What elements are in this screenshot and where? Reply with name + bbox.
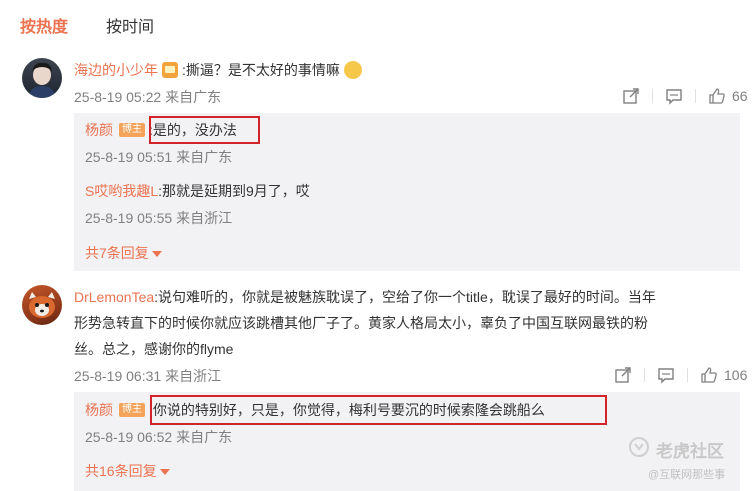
divider: [695, 89, 696, 103]
like-count: 106: [724, 367, 748, 383]
more-replies-link[interactable]: 共7条回复: [85, 243, 162, 263]
comment-actions: 66: [622, 87, 748, 105]
vip-crown-icon: [162, 62, 178, 78]
reply-username[interactable]: 杨颜: [85, 118, 113, 142]
comment-text-line: 丝。总之，感谢你的flyme: [74, 341, 234, 357]
reply-meta: 25-8-19 05:51 来自广东: [85, 149, 233, 165]
caret-down-icon: [151, 251, 162, 257]
more-replies-label: 共7条回复: [85, 245, 149, 261]
comment-text-line: 形势急转直下的时候你就应该跳槽其他厂子了。黄家人格局太小，辜负了中国互联网最铁的…: [74, 315, 648, 331]
comment-icon[interactable]: [665, 87, 683, 105]
comment-header: 海边的小少年 :撕逼？是不太好的事情嘛: [74, 58, 362, 82]
like-thumb-icon[interactable]: [708, 87, 726, 105]
comment-actions: 106: [614, 366, 747, 384]
watermark: 老虎社区: [628, 436, 724, 463]
reply-username[interactable]: 杨颜: [85, 398, 113, 422]
like-thumb-icon[interactable]: [700, 366, 718, 384]
tiger-logo-icon: [628, 436, 650, 463]
caret-down-icon: [159, 469, 170, 475]
more-replies-link[interactable]: 共16条回复: [85, 461, 170, 481]
share-icon[interactable]: [614, 366, 632, 384]
reply-meta: 25-8-19 06:52 来自广东: [85, 429, 233, 445]
comment-icon[interactable]: [657, 366, 675, 384]
more-replies-label: 共16条回复: [85, 463, 157, 479]
avatar[interactable]: [22, 58, 62, 98]
reply-username[interactable]: S哎哟我趣L: [85, 179, 158, 203]
divider: [652, 89, 653, 103]
highlight-box: [150, 395, 607, 425]
avatar[interactable]: [22, 285, 62, 325]
comment-text-line: :说句难听的，你就是被魅族耽误了，空给了你一个title，耽误了最好的时间。当年: [154, 289, 656, 305]
tab-sort-by-time[interactable]: 按时间: [106, 17, 154, 39]
comment-username[interactable]: DrLemonTea: [74, 289, 154, 305]
reply-header: S哎哟我趣L :那就是延期到9月了，哎: [85, 179, 310, 203]
reply-meta: 25-8-19 05:55 来自浙江: [85, 210, 233, 226]
author-badge: 博主: [119, 123, 145, 137]
comment-username[interactable]: 海边的小少年: [74, 58, 158, 82]
comment-meta: 25-8-19 06:31 来自浙江: [74, 368, 222, 384]
comment-meta: 25-8-19 05:22 来自广东: [74, 89, 222, 105]
thinking-emoji-icon: [343, 61, 362, 79]
reply-text: :那就是延期到9月了，哎: [158, 183, 310, 199]
share-icon[interactable]: [622, 87, 640, 105]
comment-body: DrLemonTea:说句难听的，你就是被魅族耽误了，空给了你一个title，耽…: [74, 284, 746, 362]
highlight-box: [149, 116, 260, 144]
tab-sort-by-hot[interactable]: 按热度: [20, 17, 68, 39]
divider: [687, 368, 688, 382]
author-badge: 博主: [119, 403, 145, 417]
like-count: 66: [732, 88, 748, 104]
comment-text: :撕逼？是不太好的事情嘛: [182, 62, 340, 78]
divider: [644, 368, 645, 382]
watermark-subtitle: @互联网那些事: [648, 469, 726, 481]
sort-tabs: 按热度 按时间: [20, 17, 154, 39]
watermark-title: 老虎社区: [656, 442, 724, 461]
